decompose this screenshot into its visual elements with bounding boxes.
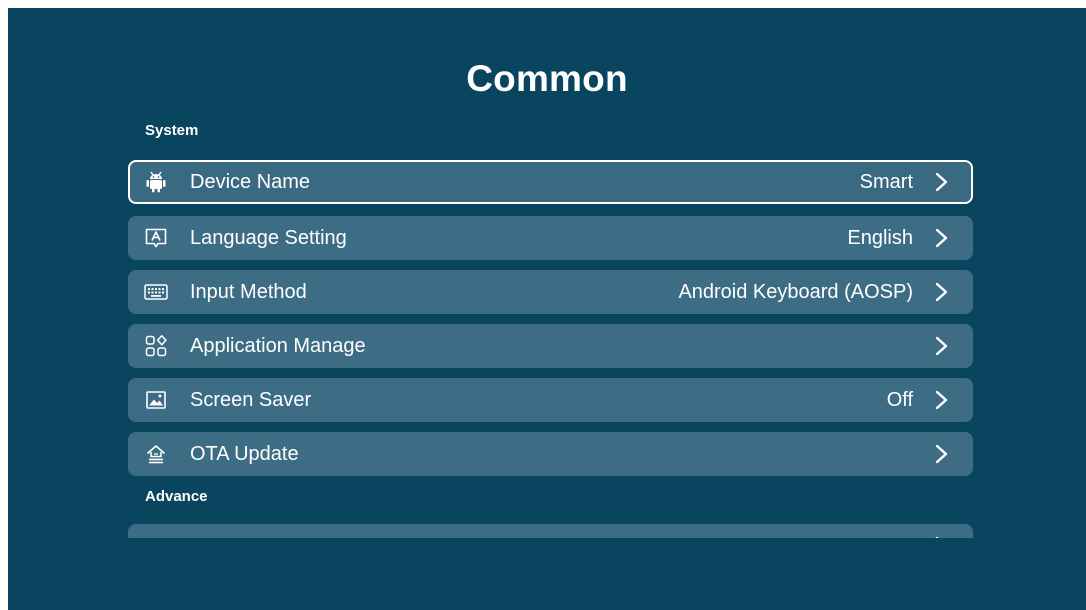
item-value: Smart — [859, 171, 913, 193]
page-title: Common — [466, 58, 628, 99]
item-label: Input Method — [190, 281, 307, 303]
chevron-right-icon — [931, 282, 951, 302]
item-label: Screen Saver — [190, 389, 312, 411]
settings-item-input-method[interactable]: Input Method Android Keyboard (AOSP) — [128, 270, 973, 314]
chevron-right-icon — [931, 390, 951, 410]
settings-screen: Common System Device Name Smart Language… — [8, 8, 1086, 610]
chevron-right-icon — [931, 536, 951, 538]
item-label: OTA Update — [190, 443, 299, 465]
android-icon — [144, 171, 168, 193]
item-label: Application Manage — [190, 335, 366, 357]
partial-icon — [144, 535, 168, 538]
settings-item-partial[interactable] — [128, 524, 973, 538]
chevron-right-icon — [931, 228, 951, 248]
apps-icon — [144, 335, 168, 357]
chevron-right-icon — [931, 336, 951, 356]
item-value: English — [847, 227, 913, 249]
settings-item-application-manage[interactable]: Application Manage — [128, 324, 973, 368]
language-icon — [144, 227, 168, 249]
settings-item-device-name[interactable]: Device Name Smart — [128, 160, 973, 204]
section-header-advance: Advance — [145, 488, 208, 505]
image-icon — [144, 389, 168, 411]
settings-item-screen-saver[interactable]: Screen Saver Off — [128, 378, 973, 422]
settings-item-ota-update[interactable]: OTA Update — [128, 432, 973, 476]
item-value: Android Keyboard (AOSP) — [678, 281, 913, 303]
item-label: Language Setting — [190, 227, 347, 249]
item-label: Device Name — [190, 171, 311, 193]
keyboard-icon — [144, 281, 168, 303]
item-value: Off — [886, 389, 913, 411]
chevron-right-icon — [931, 444, 951, 464]
section-header-system: System — [145, 122, 199, 139]
update-icon — [144, 443, 168, 465]
settings-list[interactable]: Device Name Smart Language Setting Engli… — [128, 158, 976, 538]
settings-item-language[interactable]: Language Setting English — [128, 216, 973, 260]
chevron-right-icon — [931, 172, 951, 192]
